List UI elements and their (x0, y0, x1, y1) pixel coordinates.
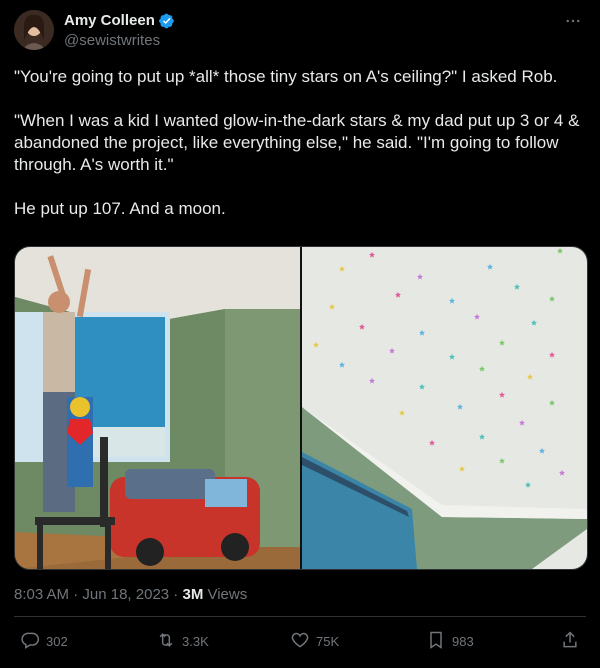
bookmark-button[interactable]: 983 (426, 630, 474, 653)
tweet-media (14, 246, 588, 570)
reply-icon (20, 630, 40, 653)
like-button[interactable]: 75K (290, 630, 339, 653)
action-bar: 302 3.3K 75K 983 (14, 630, 586, 658)
like-count: 75K (316, 634, 340, 649)
more-options-icon[interactable] (564, 12, 582, 33)
photo-bedroom[interactable] (15, 247, 300, 569)
tweet-header: Amy Colleen @sewistwrites (14, 10, 586, 52)
divider (14, 616, 586, 617)
tweet-paragraph: "You're going to put up *all* those tiny… (14, 67, 558, 86)
views-label: Views (203, 586, 248, 603)
retweet-count: 3.3K (182, 634, 209, 649)
bookmark-count: 983 (452, 634, 474, 649)
author-handle[interactable]: @sewistwrites (64, 32, 160, 49)
reply-button[interactable]: 302 (20, 630, 68, 653)
tweet-paragraph: "When I was a kid I wanted glow-in-the-d… (14, 111, 580, 174)
photo-ceiling-stars[interactable] (302, 247, 587, 569)
author-name[interactable]: Amy Colleen (64, 12, 155, 29)
author-name-row[interactable]: Amy Colleen (64, 12, 175, 29)
separator: · (169, 586, 183, 603)
retweet-button[interactable]: 3.3K (156, 630, 209, 653)
share-button[interactable] (560, 630, 580, 653)
avatar[interactable] (14, 10, 54, 50)
reply-count: 302 (46, 634, 68, 649)
retweet-icon (156, 630, 176, 653)
tweet-text: "You're going to put up *all* those tiny… (14, 66, 586, 242)
time[interactable]: 8:03 AM (14, 586, 69, 603)
bookmark-icon (426, 630, 446, 653)
verified-badge-icon (158, 13, 175, 29)
views-count: 3M (182, 586, 204, 603)
share-icon (560, 630, 580, 653)
date[interactable]: Jun 18, 2023 (82, 586, 169, 603)
like-icon (290, 630, 310, 653)
separator: · (69, 586, 83, 603)
tweet-paragraph: He put up 107. And a moon. (14, 199, 226, 218)
tweet-timestamp: 8:03 AM · Jun 18, 2023 · 3M Views (14, 586, 247, 603)
